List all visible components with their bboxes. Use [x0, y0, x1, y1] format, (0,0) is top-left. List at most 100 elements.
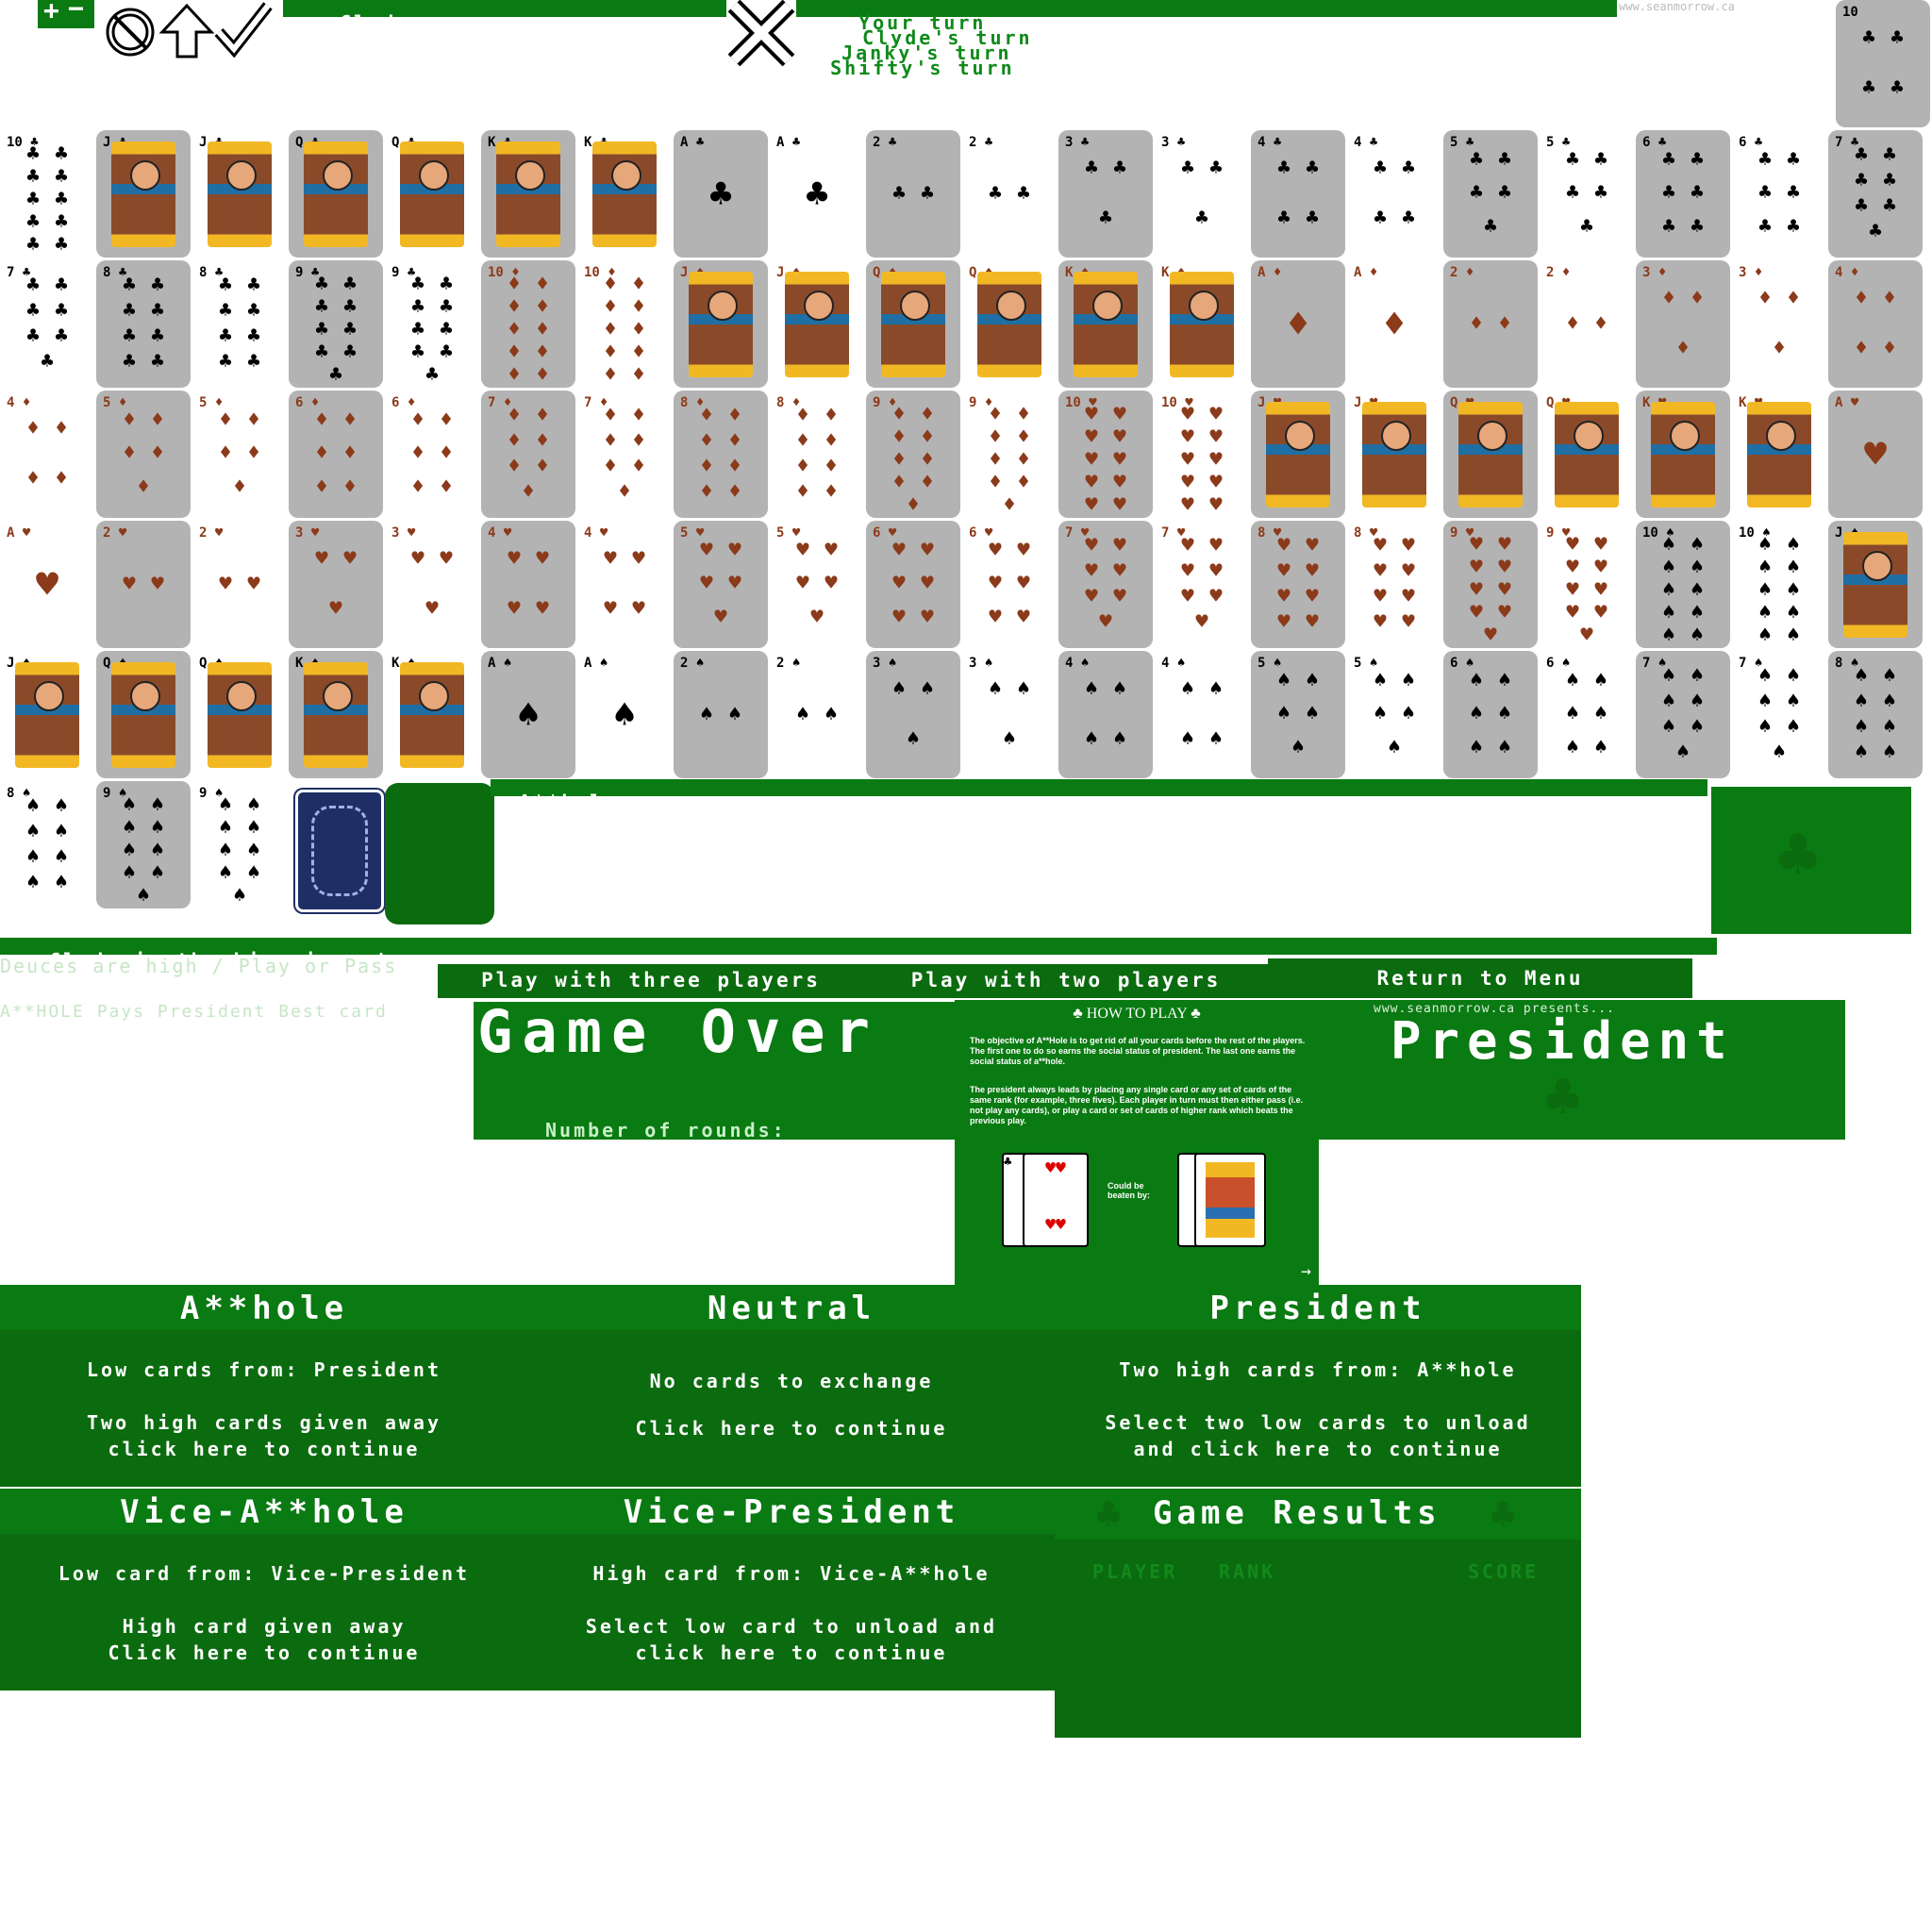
dialog-asshole[interactable]: A**hole Low cards from: President Two high…	[0, 1285, 528, 1487]
playing-card: 6 ♥ ♥ ♥ ♥ ♥ ♥ ♥	[866, 521, 960, 648]
card-pip: ♠	[55, 820, 68, 844]
card-pip: ♦	[1662, 286, 1675, 310]
dialog-president[interactable]: President Two high cards from: A**hole Sel…	[1055, 1285, 1581, 1487]
card-pip: ♣	[219, 299, 232, 324]
card-pip: ♣	[26, 142, 40, 166]
return-to-menu-button[interactable]: Return to Menu	[1268, 958, 1692, 998]
results-club-icon-right: ♣	[1491, 1491, 1516, 1539]
card-pip: ♥	[632, 546, 645, 571]
card-pip: ♠	[1787, 533, 1800, 557]
playing-card: 10 ♥ ♥ ♥ ♥ ♥ ♥ ♥ ♥ ♥ ♥ ♥	[1058, 391, 1153, 518]
dialog-line1: Two high cards from: A**hole	[1119, 1358, 1517, 1381]
card-pip: ♠	[219, 839, 232, 862]
playing-card: K ♦	[1155, 260, 1249, 388]
card-pip: ♣	[55, 233, 68, 257]
card-pip: ♦	[508, 363, 521, 387]
dialog-vice-asshole[interactable]: Vice-A**hole Low card from: Vice-Presiden…	[0, 1489, 528, 1690]
card-pip: ♦	[536, 363, 549, 387]
card-pip: ♣	[1594, 147, 1607, 172]
card-pip: ♠	[1498, 736, 1511, 760]
card-pip: ♠	[219, 816, 232, 840]
playing-card: 3 ♠ ♠ ♠ ♠	[962, 651, 1057, 778]
card-pip: ♠	[1181, 727, 1194, 752]
card-pip: ♠	[1113, 676, 1126, 701]
card-pip: ♠	[1758, 533, 1772, 557]
card-pip: ♣	[343, 273, 357, 296]
card-pip: ♦	[1382, 302, 1407, 346]
card-pip: ♥	[1181, 493, 1194, 517]
playing-card: A ♥ ♥	[1828, 391, 1923, 518]
playing-card: 5 ♣ ♣ ♣ ♣ ♣ ♣	[1540, 130, 1634, 258]
playing-card: 7 ♥ ♥ ♥ ♥ ♥ ♥ ♥ ♥	[1058, 521, 1153, 648]
card-pip: ♥	[1085, 403, 1098, 426]
card-pip: ♥	[536, 597, 549, 622]
card-pip: ♥	[1594, 556, 1607, 579]
card-pip: ♥	[1113, 403, 1126, 426]
card-pip: ♦	[632, 454, 645, 478]
card-pip: ♦	[1017, 403, 1030, 426]
card-pip: ♠	[1085, 676, 1098, 701]
play-three-players-button[interactable]: Play with three players	[438, 964, 864, 998]
card-pip: ♣	[1470, 181, 1483, 206]
face-card-portrait	[208, 662, 272, 768]
results-col-score: SCORE	[1468, 1560, 1540, 1583]
card-pip: ♠	[55, 844, 68, 869]
card-pip: ♠	[1498, 668, 1511, 692]
card-pip: ♣	[1306, 156, 1319, 180]
playing-card: 4 ♠ ♠ ♠ ♠ ♠	[1058, 651, 1153, 778]
card-pip: ♠	[1017, 676, 1030, 701]
card-pip: ♦	[123, 408, 136, 432]
card-pip: ♦	[728, 454, 741, 478]
card-pip: ♣	[1662, 215, 1675, 240]
playing-card: J ♠	[0, 651, 94, 778]
next-arrow-icon[interactable]: →	[1301, 1261, 1311, 1281]
card-pip: ♥	[1306, 534, 1319, 558]
card-pip: ♦	[315, 475, 328, 500]
card-pip: ♣	[123, 299, 136, 324]
card-pip: ♥	[796, 572, 809, 596]
card-pip: ♦	[1883, 286, 1896, 310]
card-pip: ♦	[632, 341, 645, 364]
card-pip: ♦	[536, 318, 549, 341]
card-pip: ♦	[632, 363, 645, 387]
card-pip: ♦	[700, 479, 713, 504]
card-pip: ♠	[1113, 727, 1126, 752]
card-pip: ♣	[1402, 156, 1415, 180]
up-arrow-icon[interactable]	[158, 4, 215, 60]
card-pip: ♠	[1662, 690, 1675, 714]
card-pip: ♦	[796, 429, 809, 454]
playing-card: 10 ♦ ♦ ♦ ♦ ♦ ♦ ♦ ♦ ♦ ♦ ♦	[577, 260, 672, 388]
card-pip: ♠	[892, 676, 906, 701]
card-pip: ♣	[1758, 181, 1772, 206]
card-pip: ♦	[604, 404, 617, 428]
checkmark-icon[interactable]	[213, 0, 274, 60]
card-pip: ♠	[247, 793, 260, 817]
playing-card: A ♠ ♠	[481, 651, 575, 778]
playing-card: J ♠	[1828, 521, 1923, 648]
card-pip: ♦	[508, 318, 521, 341]
rank-label-asshole: A**hole	[519, 791, 619, 813]
no-sound-icon[interactable]	[104, 6, 157, 58]
card-pip: ♣	[1306, 207, 1319, 231]
card-pip: ♥	[1209, 471, 1223, 494]
card-pip: ♥	[810, 606, 824, 630]
card-pip: ♥	[1498, 578, 1511, 602]
play-two-players-button[interactable]: Play with two players	[864, 964, 1268, 998]
dialog-line3: click here to continue	[108, 1438, 421, 1460]
playing-card: 10 ♦ ♦ ♦ ♦ ♦ ♦ ♦ ♦ ♦ ♦ ♦	[481, 260, 575, 388]
card-pip: ♥	[1181, 559, 1194, 584]
dialog-vice-president[interactable]: Vice-President High card from: Vice-A**ho…	[528, 1489, 1055, 1690]
close-x-icon[interactable]	[726, 0, 796, 66]
minus-icon[interactable]: −	[68, 0, 84, 24]
face-card-portrait	[208, 142, 272, 247]
plus-icon[interactable]: +	[43, 0, 59, 25]
card-pip: ♣	[1566, 147, 1579, 172]
corner-card-pip: ♣	[1890, 25, 1904, 50]
card-pip: ♥	[1113, 493, 1126, 517]
face-card-portrait	[304, 142, 368, 247]
dialog-neutral[interactable]: Neutral No cards to exchange Click here to…	[528, 1285, 1055, 1487]
card-pip: ♣	[921, 181, 934, 206]
face-card-portrait	[496, 142, 560, 247]
card-pip: ♠	[1277, 702, 1291, 726]
card-pip: ♥	[1594, 578, 1607, 602]
